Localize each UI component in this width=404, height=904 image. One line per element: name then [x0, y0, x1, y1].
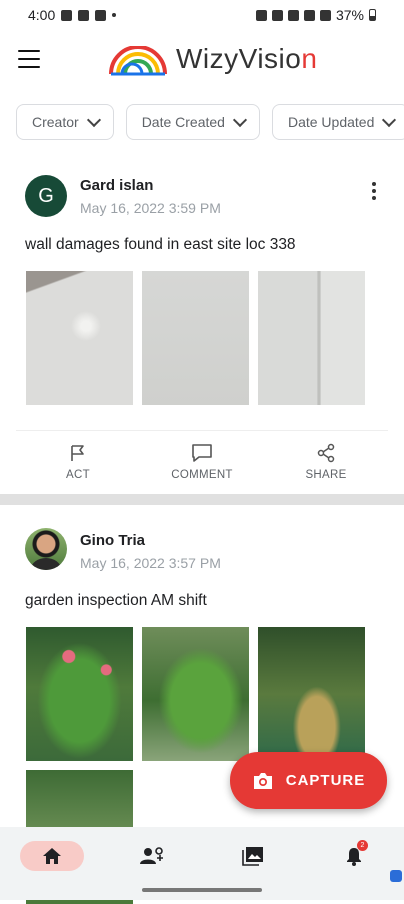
author-name: Gard islan	[80, 177, 154, 194]
camera-icon	[253, 772, 272, 789]
comment-icon	[192, 444, 212, 462]
filter-date-updated[interactable]: Date Updated	[271, 104, 404, 140]
lock-icon	[255, 9, 267, 21]
author-name: Gino Tria	[80, 532, 146, 549]
menu-icon[interactable]	[18, 50, 40, 68]
filter-label: Creator	[32, 114, 79, 130]
filter-date-created[interactable]: Date Created	[125, 104, 260, 140]
share-button[interactable]: SHARE	[271, 431, 381, 491]
post-actions: ACT COMMENT SHARE	[16, 430, 388, 491]
nav-home[interactable]	[20, 841, 84, 871]
flag-icon	[71, 445, 84, 461]
wifi-icon	[303, 9, 315, 21]
more-options-icon[interactable]	[372, 182, 376, 200]
comment-label: COMMENT	[171, 469, 233, 481]
camera-overlay-icon	[390, 870, 402, 882]
filter-creator[interactable]: Creator	[16, 104, 114, 140]
comment-button[interactable]: COMMENT	[147, 431, 257, 491]
battery-percent: 37%	[335, 7, 364, 23]
post-divider	[0, 494, 404, 505]
rainbow-logo-icon	[109, 46, 167, 76]
capture-label: CAPTURE	[285, 772, 366, 789]
post-image[interactable]	[26, 627, 133, 761]
nav-notifications[interactable]: 2	[324, 840, 384, 871]
mute-icon	[287, 9, 299, 21]
filter-label: Date Created	[141, 114, 225, 130]
post-image[interactable]	[142, 271, 249, 405]
post-date: May 16, 2022 3:57 PM	[80, 555, 221, 571]
nav-gallery[interactable]	[223, 841, 283, 871]
status-time: 4:00	[28, 7, 56, 23]
post-image[interactable]	[26, 271, 133, 405]
post-caption: wall damages found in east site loc 338	[25, 236, 296, 253]
post-caption: garden inspection AM shift	[25, 592, 207, 609]
chevron-down-icon	[232, 112, 248, 127]
post-images	[26, 271, 386, 405]
more-notifications-icon	[112, 13, 117, 17]
gallery-icon	[242, 847, 263, 866]
post-date: May 16, 2022 3:59 PM	[80, 200, 221, 216]
status-bar: 4:00 37%	[0, 0, 404, 30]
app-bar: WizyVision	[0, 30, 404, 92]
settings-icon	[78, 9, 90, 21]
logo-text: WizyVision	[176, 43, 318, 74]
chevron-down-icon	[86, 112, 101, 127]
filter-label: Date Updated	[287, 114, 375, 130]
avatar: G	[25, 175, 67, 217]
post-image[interactable]	[142, 627, 249, 761]
battery-icon	[369, 9, 376, 21]
people-settings-icon	[140, 847, 163, 864]
post-image[interactable]	[258, 271, 365, 405]
share-label: SHARE	[305, 469, 347, 481]
alarm-icon	[271, 9, 283, 21]
share-icon	[317, 443, 335, 463]
app-icon	[95, 9, 107, 21]
home-icon	[43, 848, 61, 864]
chevron-down-icon	[382, 112, 397, 127]
act-label: ACT	[66, 469, 90, 481]
signal-icon	[319, 9, 331, 21]
wizyvision-logo: WizyVision	[108, 42, 317, 76]
nav-people[interactable]	[122, 841, 182, 871]
act-button[interactable]: ACT	[23, 431, 133, 491]
gesture-bar	[142, 888, 262, 892]
notification-badge: 2	[357, 840, 368, 851]
notification-icon	[61, 9, 73, 21]
post-image[interactable]	[258, 627, 365, 761]
avatar	[25, 528, 67, 570]
capture-button[interactable]: CAPTURE	[230, 752, 387, 809]
filter-bar: Creator Date Created Date Updated	[16, 104, 404, 140]
